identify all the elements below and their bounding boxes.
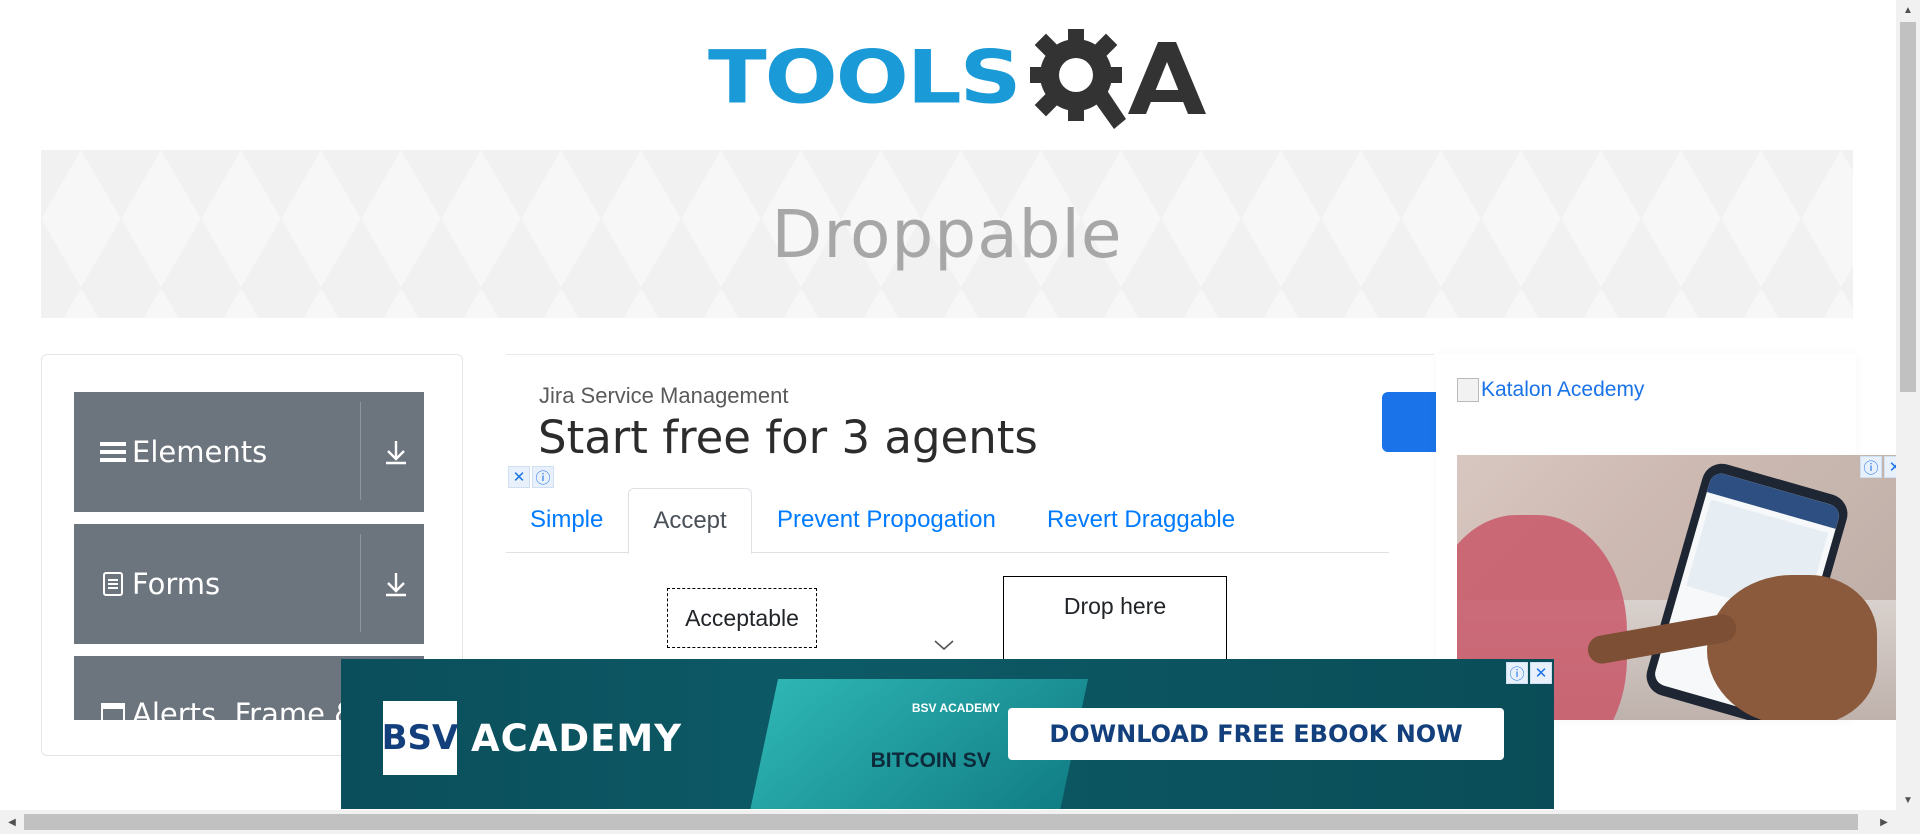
acceptable-draggable[interactable]: Acceptable [667, 588, 817, 648]
bsv-academy-label: ACADEMY [471, 717, 683, 760]
document-icon [100, 571, 126, 597]
divider [360, 534, 361, 632]
hamburger-icon [100, 439, 126, 465]
broken-image-icon [1457, 378, 1479, 402]
jira-ad[interactable]: Jira Service Management Start free for 3… [506, 354, 1442, 489]
sidebar-group-label: Elements [132, 435, 268, 469]
scrollbar-corner [1896, 810, 1920, 834]
ad-choices-bottom[interactable]: ⓘ ✕ [1506, 662, 1552, 684]
scroll-up-icon[interactable]: ▲ [1900, 2, 1916, 18]
info-icon[interactable]: ⓘ [1506, 662, 1528, 684]
window-icon [100, 701, 126, 720]
chevron-down-icon [934, 640, 954, 651]
horizontal-scrollbar[interactable]: ◀ ▶ [0, 810, 1896, 834]
katalon-ad-link[interactable]: Katalon Acedemy [1457, 378, 1644, 402]
katalon-link-text[interactable]: Katalon Acedemy [1481, 378, 1644, 402]
logo-text: TOOLS [708, 35, 1022, 121]
gear-icon [1029, 29, 1126, 129]
page-title: Droppable [771, 195, 1123, 273]
logo-a-mark [1127, 42, 1206, 114]
ebook-title: BITCOIN SV [870, 749, 991, 772]
sidebar-group-label: Forms [132, 567, 221, 601]
ad-brand: Jira Service Management [539, 383, 789, 408]
toolsqa-logo[interactable]: TOOLS [708, 22, 1206, 134]
info-icon[interactable]: ⓘ [1860, 456, 1882, 478]
download-arrow-icon[interactable] [382, 438, 410, 466]
scroll-down-icon[interactable]: ▼ [1900, 792, 1916, 808]
tab-prevent-propogation[interactable]: Prevent Propogation [777, 488, 996, 552]
scroll-left-icon[interactable]: ◀ [4, 814, 20, 830]
sidebar-group-elements[interactable]: Elements [74, 392, 424, 512]
horizontal-scroll-thumb[interactable] [24, 814, 1858, 830]
download-arrow-icon[interactable] [382, 570, 410, 598]
close-icon[interactable]: ✕ [508, 466, 530, 488]
tab-accept[interactable]: Accept [628, 488, 752, 554]
ebook-badge: BSV ACADEMY [911, 701, 1001, 715]
sidebar-group-forms[interactable]: Forms [74, 524, 424, 644]
vertical-scrollbar[interactable]: ▲ ▼ [1896, 0, 1920, 810]
ad-cta-button[interactable] [1382, 392, 1442, 452]
droppable-tabs: Simple Accept Prevent Propogation Revert… [506, 488, 1389, 554]
ad-choices[interactable]: ✕ ⓘ [508, 466, 554, 488]
bsv-logo: BSV [382, 701, 458, 775]
tab-simple[interactable]: Simple [530, 488, 603, 552]
page-banner: Droppable [41, 150, 1853, 318]
bsv-academy-ad[interactable]: BSV ACADEMY BSV ACADEMY BITCOIN SV DOWNL… [341, 659, 1554, 809]
close-icon[interactable]: ✕ [1530, 662, 1552, 684]
info-icon[interactable]: ⓘ [532, 466, 554, 488]
tab-revert-draggable[interactable]: Revert Draggable [1047, 488, 1235, 552]
vertical-scroll-thumb[interactable] [1900, 22, 1916, 392]
scroll-right-icon[interactable]: ▶ [1876, 814, 1892, 830]
sidebar-group-label: Alerts, Frame & [132, 697, 357, 720]
ad-headline: Start free for 3 agents [538, 411, 1038, 464]
download-ebook-button[interactable]: DOWNLOAD FREE EBOOK NOW [1008, 708, 1504, 760]
divider [360, 402, 361, 500]
hand-shape [1707, 575, 1877, 720]
